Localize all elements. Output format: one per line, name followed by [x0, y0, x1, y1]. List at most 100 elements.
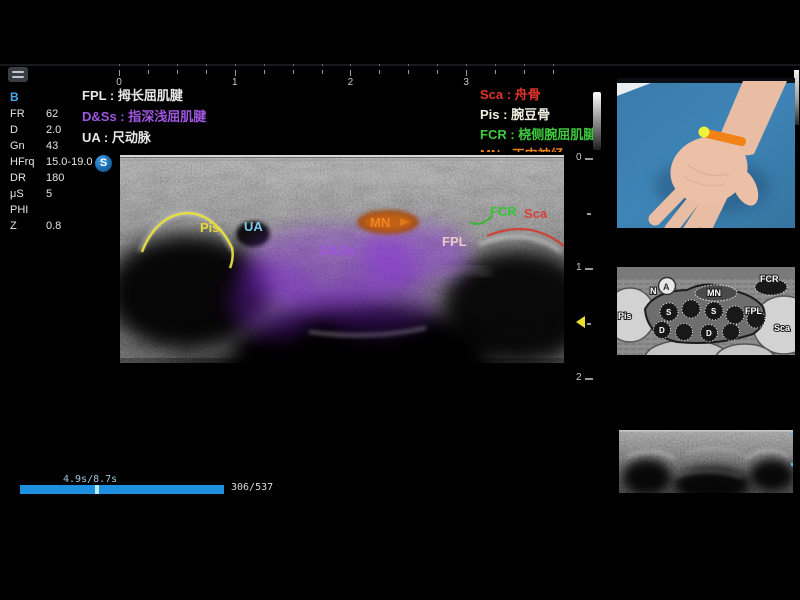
ruler-tick: [466, 70, 467, 76]
ruler-right-tick: [585, 378, 593, 380]
ruler-tick: [379, 70, 380, 74]
ruler-minor-tick: [264, 64, 265, 66]
ruler-minor-tick: [148, 64, 149, 66]
param-label: D: [10, 122, 46, 138]
mode-badge: B: [10, 90, 19, 104]
label-fcr: FCR: [490, 204, 517, 219]
ruler-tick: [408, 70, 409, 74]
ruler-tick: [206, 70, 207, 74]
thumb-skin-line: [619, 430, 793, 432]
ruler-right-label: 0: [576, 152, 582, 163]
diagram-label-mn: MN: [707, 288, 721, 298]
diagram-label-fcr: FCR: [760, 274, 779, 284]
grayscale-map-bar: [593, 92, 601, 150]
probe-position-photo[interactable]: [617, 78, 795, 228]
main-ultrasound-image[interactable]: Pis UA D&Ss MN FPL FCR Sca: [120, 152, 564, 444]
param-value: 5: [46, 186, 105, 202]
param-row-phi: PHI: [10, 202, 105, 218]
thumb-tick: [791, 463, 793, 466]
ruler-minor-tick: [437, 64, 438, 66]
param-label: HFrq: [10, 154, 46, 170]
top-divider: [0, 64, 800, 66]
legend-item: Sca : 舟骨: [480, 85, 596, 105]
anatomy-diagram[interactable]: Pis N A MN FCR FPL Sca S S D D: [617, 267, 795, 355]
ruler-tick: [437, 70, 438, 74]
ruler-top-label: 1: [232, 77, 238, 88]
legend-item: UA : 尺动脉: [82, 127, 206, 148]
ruler-tick: [235, 70, 236, 76]
legend-left: FPL : 拇长屈肌腱D&Ss : 指深浅屈肌腱UA : 尺动脉: [82, 85, 206, 148]
ruler-minor-tick: [119, 64, 120, 66]
ruler-tick: [322, 70, 323, 74]
diagram-label-s: S: [666, 308, 672, 317]
thumb-tick: [791, 433, 793, 436]
focus-marker-icon[interactable]: [576, 316, 585, 328]
ruler-minor-tick: [350, 64, 351, 66]
label-fpl: FPL: [442, 234, 467, 249]
ruler-tick: [553, 70, 554, 74]
param-value: [46, 202, 105, 218]
param-label: Z: [10, 218, 46, 234]
param-label: PHI: [10, 202, 46, 218]
label-pis: Pis: [200, 220, 220, 235]
ruler-top-label: 0: [116, 77, 122, 88]
param-label: DR: [10, 170, 46, 186]
ruler-minor-tick: [524, 64, 525, 66]
ruler-right-label: 2: [576, 372, 582, 383]
param-row-hfrq: HFrq15.0-19.0: [10, 154, 105, 170]
param-value: 0.8: [46, 218, 105, 234]
ruler-tick: [293, 70, 294, 74]
ruler-tick: [495, 70, 496, 74]
skin-line: [120, 155, 564, 158]
legend-item: FCR : 桡侧腕屈肌腱: [480, 125, 596, 145]
ruler-tick: [148, 70, 149, 74]
diagram-label-pis: Pis: [618, 311, 632, 321]
ultrasound-screen: B FR62D2.0Gn43HFrq15.0-19.0DR180μS5PHIZ0…: [0, 0, 800, 600]
diagram-label-n: N: [650, 286, 657, 296]
param-label: FR: [10, 106, 46, 122]
diagram-label-d: D: [659, 326, 665, 335]
cine-time-label: 4.9s/8.7s: [63, 474, 117, 485]
param-row-dr: DR180: [10, 170, 105, 186]
legend-item: FPL : 拇长屈肌腱: [82, 85, 206, 106]
ruler-right-tick: [585, 158, 593, 160]
ruler-minor-tick: [553, 64, 554, 66]
ruler-tick: [524, 70, 525, 74]
ruler-right-minor-tick: [587, 323, 591, 325]
reference-scan-thumbnail[interactable]: [617, 427, 795, 500]
menu-icon-bar: [12, 71, 24, 73]
cine-progress-bar[interactable]: [20, 485, 224, 494]
ruler-minor-tick: [322, 64, 323, 66]
legend-item: D&Ss : 指深浅屈肌腱: [82, 106, 206, 127]
param-label: μS: [10, 186, 46, 202]
ruler-right-tick: [585, 268, 593, 270]
probe-marker-dot: [699, 127, 710, 138]
label-mn: MN: [370, 215, 390, 230]
ruler-tick: [350, 70, 351, 76]
ruler-minor-tick: [408, 64, 409, 66]
menu-icon[interactable]: [8, 67, 28, 82]
ruler-top-label: 3: [463, 77, 469, 88]
cine-frame-counter: 306/537: [231, 482, 273, 493]
label-sca: Sca: [524, 206, 548, 221]
diagram-label-d2: D: [706, 329, 712, 338]
ruler-minor-tick: [495, 64, 496, 66]
ruler-minor-tick: [293, 64, 294, 66]
menu-icon-bar: [12, 76, 24, 78]
cine-position-marker[interactable]: [95, 485, 99, 494]
diagram-label-s2: S: [711, 307, 717, 316]
ruler-minor-tick: [466, 64, 467, 66]
ruler-top-label: 2: [348, 77, 354, 88]
diagram-label-a: A: [663, 282, 670, 292]
param-row-μs: μS5: [10, 186, 105, 202]
skin-line-2: [120, 160, 564, 161]
label-ua: UA: [244, 219, 263, 234]
ruler-minor-tick: [177, 64, 178, 66]
ruler-minor-tick: [235, 64, 236, 66]
probe-orientation-badge: S: [95, 155, 112, 172]
diagram-label-fpl: FPL: [745, 306, 763, 316]
ruler-right-minor-tick: [587, 213, 591, 215]
param-label: Gn: [10, 138, 46, 154]
ruler-tick: [119, 70, 120, 76]
legend-item: Pis : 腕豆骨: [480, 105, 596, 125]
